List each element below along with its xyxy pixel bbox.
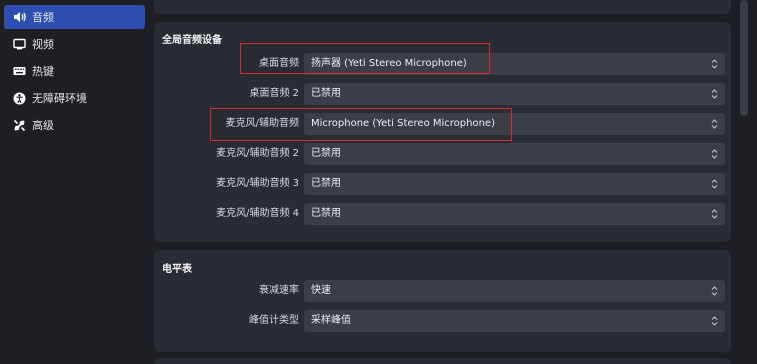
- desktop-audio-select[interactable]: 扬声器 (Yeti Stereo Microphone): [304, 53, 725, 75]
- mic-aux-audio-2-select[interactable]: 已禁用: [304, 143, 725, 165]
- next-panel: [154, 358, 731, 364]
- settings-content: 全局音频设备 桌面音频 扬声器 (Yeti Stereo Microphone)…: [146, 0, 736, 364]
- chevron-updown-icon: [711, 310, 718, 332]
- section-title-global-audio: 全局音频设备: [162, 35, 222, 46]
- sidebar-item-label: 音频: [32, 11, 54, 24]
- peak-meter-type-select[interactable]: 采样峰值: [304, 310, 725, 332]
- sidebar-item-hotkeys[interactable]: 热键: [4, 59, 145, 83]
- select-value: 已禁用: [311, 148, 341, 159]
- mic-aux-audio-4-row: 麦克风/辅助音频 4 已禁用: [154, 203, 731, 225]
- field-label: 峰值计类型: [249, 315, 299, 326]
- chevron-updown-icon: [711, 113, 718, 135]
- decay-rate-row: 衰减速率 快速: [154, 280, 731, 302]
- settings-sidebar: 音频 视频 热键 无障碍环境 高级: [0, 0, 146, 364]
- field-label: 麦克风/辅助音频 2: [216, 148, 299, 159]
- sidebar-item-label: 视频: [32, 38, 54, 51]
- sidebar-item-label: 热键: [32, 65, 54, 78]
- select-value: 已禁用: [311, 178, 341, 189]
- mic-aux-audio-select[interactable]: Microphone (Yeti Stereo Microphone): [304, 113, 725, 135]
- sidebar-item-audio[interactable]: 音频: [4, 5, 145, 29]
- select-value: 已禁用: [311, 88, 341, 99]
- mic-aux-audio-row: 麦克风/辅助音频 Microphone (Yeti Stereo Microph…: [154, 113, 731, 135]
- select-value: 已禁用: [311, 208, 341, 219]
- select-value: Microphone (Yeti Stereo Microphone): [311, 118, 495, 129]
- select-value: 采样峰值: [311, 315, 351, 326]
- field-label: 桌面音频: [259, 58, 299, 69]
- chevron-updown-icon: [711, 83, 718, 105]
- field-label: 衰减速率: [259, 285, 299, 296]
- select-value: 扬声器 (Yeti Stereo Microphone): [311, 58, 467, 69]
- desktop-audio-2-select[interactable]: 已禁用: [304, 83, 725, 105]
- chevron-updown-icon: [711, 280, 718, 302]
- meters-panel: 电平表 衰减速率 快速 峰值计类型 采样峰值: [154, 250, 731, 352]
- sidebar-item-video[interactable]: 视频: [4, 32, 145, 56]
- field-label: 麦克风/辅助音频 4: [216, 208, 299, 219]
- mic-aux-audio-4-select[interactable]: 已禁用: [304, 203, 725, 225]
- accessibility-icon: [12, 91, 26, 105]
- keyboard-icon: [12, 64, 26, 78]
- mic-aux-audio-2-row: 麦克风/辅助音频 2 已禁用: [154, 143, 731, 165]
- mic-aux-audio-3-row: 麦克风/辅助音频 3 已禁用: [154, 173, 731, 195]
- wrench-icon: [12, 118, 26, 132]
- peak-meter-type-row: 峰值计类型 采样峰值: [154, 310, 731, 332]
- section-title-meters: 电平表: [162, 264, 192, 275]
- chevron-updown-icon: [711, 173, 718, 195]
- chevron-updown-icon: [711, 203, 718, 225]
- desktop-audio-row: 桌面音频 扬声器 (Yeti Stereo Microphone): [154, 53, 731, 75]
- sidebar-item-label: 无障碍环境: [32, 92, 87, 105]
- field-label: 桌面音频 2: [249, 88, 299, 99]
- monitor-icon: [12, 37, 26, 51]
- decay-rate-select[interactable]: 快速: [304, 280, 725, 302]
- mic-aux-audio-3-select[interactable]: 已禁用: [304, 173, 725, 195]
- field-label: 麦克风/辅助音频 3: [216, 178, 299, 189]
- sidebar-item-accessibility[interactable]: 无障碍环境: [4, 86, 145, 110]
- speaker-icon: [12, 10, 26, 24]
- sidebar-item-label: 高级: [32, 119, 54, 132]
- chevron-updown-icon: [711, 53, 718, 75]
- previous-panel: [154, 0, 731, 14]
- desktop-audio-2-row: 桌面音频 2 已禁用: [154, 83, 731, 105]
- chevron-updown-icon: [711, 143, 718, 165]
- select-value: 快速: [311, 285, 331, 296]
- sidebar-item-advanced[interactable]: 高级: [4, 113, 145, 137]
- global-audio-panel: 全局音频设备 桌面音频 扬声器 (Yeti Stereo Microphone)…: [154, 22, 731, 242]
- field-label: 麦克风/辅助音频: [225, 118, 299, 129]
- scrollbar-thumb[interactable]: [740, 0, 748, 116]
